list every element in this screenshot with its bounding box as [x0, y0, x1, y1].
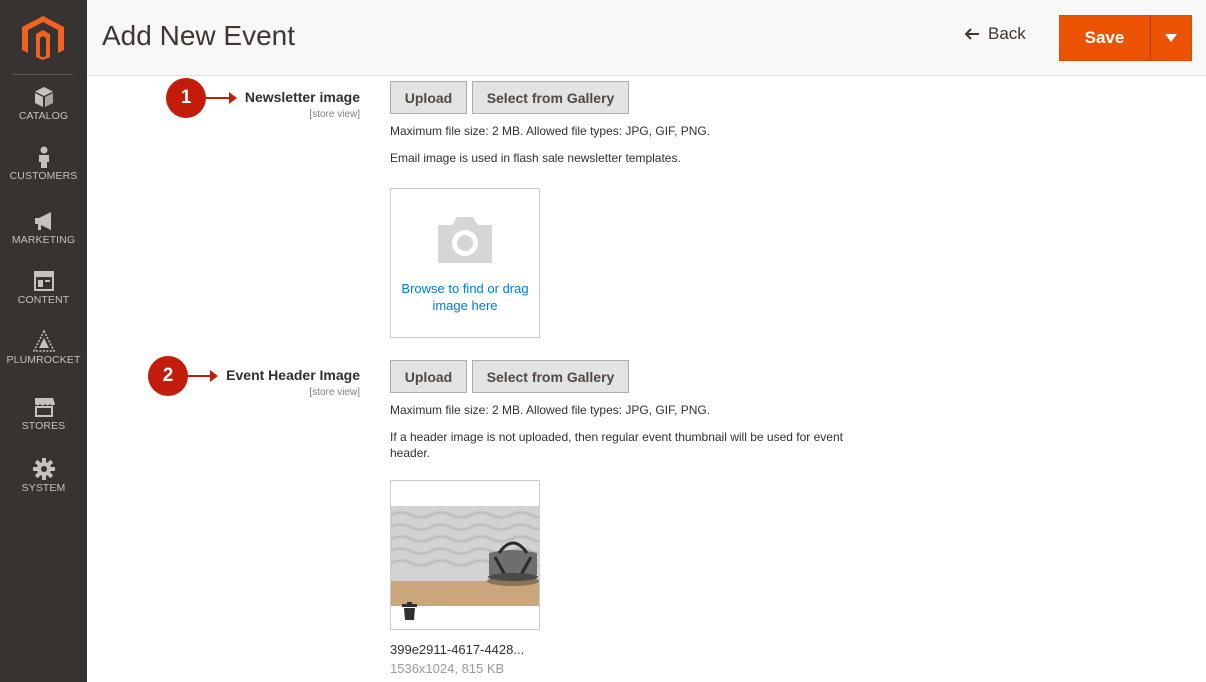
page-header: Add New Event Back Save — [87, 0, 1206, 76]
callout-marker-1: 1 — [166, 78, 206, 118]
save-options-toggle[interactable] — [1150, 15, 1192, 61]
back-button-label: Back — [988, 24, 1026, 43]
file-size-note: Maximum file size: 2 MB. Allowed file ty… — [390, 124, 711, 138]
sidebar-item-label: MARKETING — [11, 234, 76, 246]
save-button-group: Save — [1059, 15, 1192, 61]
sidebar-item-customers[interactable]: CUSTOMERS — [0, 146, 87, 182]
magento-logo-icon[interactable] — [22, 16, 64, 60]
layout-icon — [33, 271, 54, 291]
sidebar-item-marketing[interactable]: MARKETING — [0, 210, 87, 246]
sidebar-item-label: STORES — [21, 420, 66, 432]
sidebar-item-catalog[interactable]: CATALOG — [0, 86, 87, 122]
sidebar-item-plumrocket[interactable]: PLUMROCKET — [0, 330, 87, 366]
callout-arrow-icon — [188, 370, 218, 382]
sidebar-item-label: CONTENT — [17, 294, 70, 306]
file-size-note: Maximum file size: 2 MB. Allowed file ty… — [390, 403, 711, 417]
image-dropzone[interactable]: Browse to find or drag image here — [390, 188, 540, 338]
sidebar-item-system[interactable]: SYSTEM — [0, 458, 87, 494]
sidebar-item-label: CATALOG — [18, 110, 69, 122]
header-select-gallery-button[interactable]: Select from Gallery — [472, 360, 629, 393]
cube-icon — [34, 87, 53, 107]
sidebar-item-label: PLUMROCKET — [6, 354, 81, 366]
camera-icon — [438, 217, 492, 263]
trash-icon[interactable] — [402, 602, 417, 620]
sidebar-divider — [12, 74, 73, 75]
sidebar-item-content[interactable]: CONTENT — [0, 270, 87, 306]
newsletter-select-gallery-button[interactable]: Select from Gallery — [472, 81, 629, 114]
uploaded-image-preview[interactable] — [390, 480, 540, 630]
dropzone-text[interactable]: Browse to find or drag image here — [391, 280, 539, 314]
megaphone-icon — [34, 212, 51, 230]
newsletter-upload-button[interactable]: Upload — [390, 81, 467, 114]
plumrocket-icon — [32, 330, 55, 352]
uploaded-file-name: 399e2911-4617-4428... — [390, 642, 525, 657]
uploaded-file-meta: 1536x1024, 815 KB — [390, 661, 505, 676]
caret-down-icon — [1165, 34, 1177, 42]
sidebar-item-stores[interactable]: STORES — [0, 396, 87, 432]
callout-arrow-icon — [206, 92, 237, 104]
back-button[interactable]: Back — [964, 24, 1026, 44]
store-view-scope: [store view] — [309, 109, 360, 120]
header-upload-button[interactable]: Upload — [390, 360, 467, 393]
event-header-image-label: Event Header Image [store view] — [226, 367, 360, 398]
admin-sidebar: CATALOG CUSTOMERS MARKETING CONTENT PLUM… — [0, 0, 87, 682]
save-button[interactable]: Save — [1059, 15, 1150, 61]
arrow-left-icon — [964, 28, 979, 40]
page-title: Add New Event — [102, 20, 295, 51]
callout-marker-2: 2 — [148, 356, 188, 396]
sidebar-item-label: SYSTEM — [21, 482, 66, 494]
person-icon — [38, 146, 49, 168]
store-view-scope: [store view] — [309, 387, 360, 398]
field-label-text: Newsletter image — [244, 89, 360, 105]
field-note: Email image is used in flash sale newsle… — [390, 151, 681, 165]
field-label-text: Event Header Image — [226, 367, 360, 383]
sidebar-item-label: CUSTOMERS — [9, 170, 78, 182]
newsletter-image-label: Newsletter image [store view] — [245, 89, 360, 120]
gear-icon — [32, 458, 55, 480]
field-note: If a header image is not uploaded, then … — [390, 430, 843, 460]
store-icon — [34, 398, 55, 417]
